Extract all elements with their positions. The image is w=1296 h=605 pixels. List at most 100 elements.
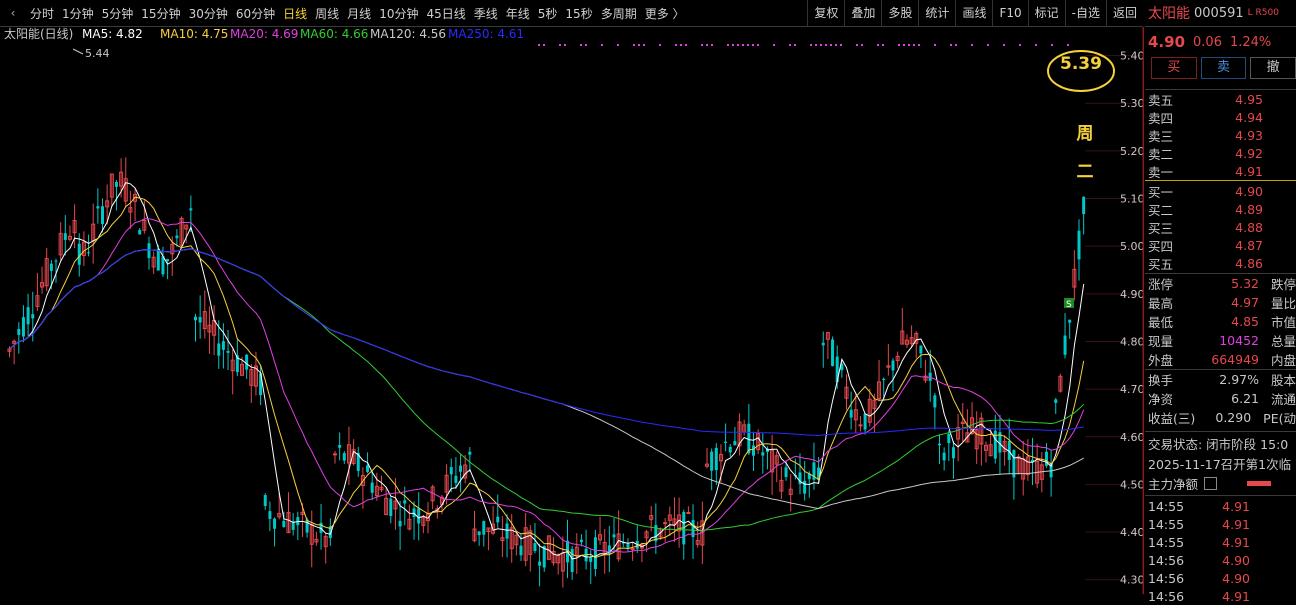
- signal-dot: [685, 44, 687, 46]
- candle-body: [115, 182, 118, 187]
- signal-dot: [913, 44, 915, 46]
- signal-dot: [564, 44, 566, 46]
- stat-row: 最低 4.85 市值: [1145, 312, 1296, 331]
- tool-button[interactable]: 叠加: [844, 0, 881, 26]
- candle-body: [399, 521, 402, 526]
- tool-button[interactable]: 复权: [807, 0, 844, 26]
- tab-period[interactable]: 多周期: [597, 5, 641, 22]
- candle-body: [27, 307, 30, 324]
- signal-dot: [934, 44, 936, 46]
- sell-button[interactable]: 卖: [1201, 57, 1247, 79]
- legend-ma5: MA5: 4.82: [82, 27, 143, 41]
- candle-body: [520, 546, 523, 556]
- book-row: 买五 4.86: [1145, 254, 1296, 272]
- chevron-left-icon[interactable]: ‹: [0, 6, 26, 20]
- kline-svg[interactable]: 5.40 5.30 5.20 5.10 5.00 4.90 4.80 4.70 4.60 4.50…: [0, 27, 1143, 594]
- tool-button[interactable]: -自选: [1065, 0, 1106, 26]
- tick-time: 14:56: [1145, 589, 1203, 604]
- candle-body: [687, 513, 690, 514]
- notice-text[interactable]: 2025-11-17召开第1次临: [1145, 454, 1291, 473]
- axis-tick-label: 5.10: [1120, 193, 1143, 206]
- cancel-button[interactable]: 撤: [1250, 57, 1296, 79]
- tab-period[interactable]: 日线: [279, 5, 311, 22]
- stat-label: 换手: [1145, 370, 1206, 389]
- tab-period[interactable]: 15分钟: [137, 5, 184, 22]
- stat-value: 2.97%: [1206, 372, 1259, 387]
- candle-body: [831, 339, 834, 366]
- candle-body: [371, 483, 374, 493]
- annotation-price: 5.39: [1060, 54, 1102, 74]
- candle-body: [1082, 197, 1085, 214]
- tab-period[interactable]: 10分钟: [375, 5, 422, 22]
- book-row: 卖一 4.91: [1145, 162, 1296, 180]
- tab-period[interactable]: 45日线: [422, 5, 469, 22]
- tab-period[interactable]: 更多 〉: [641, 5, 689, 22]
- signal-dot: [601, 44, 603, 46]
- signal-dot: [794, 44, 796, 46]
- stat-row: 最高 4.97 量比: [1145, 293, 1296, 312]
- tool-button[interactable]: 画线: [955, 0, 992, 26]
- tab-period[interactable]: 周线: [311, 5, 343, 22]
- candle-body: [938, 444, 941, 446]
- menu-icon[interactable]: [1204, 477, 1217, 490]
- tab-period[interactable]: 1分钟: [58, 5, 98, 22]
- candle-body: [334, 454, 337, 455]
- candle-body: [631, 549, 634, 550]
- tab-period[interactable]: 5分钟: [98, 5, 138, 22]
- tool-button[interactable]: 统计: [918, 0, 955, 26]
- candle-body: [933, 395, 936, 407]
- axis-tick-label: 5.00: [1120, 240, 1143, 253]
- tab-period[interactable]: 60分钟: [232, 5, 279, 22]
- candle-body: [138, 230, 141, 234]
- annotation-text: 周: [1077, 124, 1094, 144]
- stat-label: 量比: [1271, 293, 1296, 312]
- price-change: 0.06: [1193, 35, 1222, 50]
- stock-name: 太阳能: [1148, 3, 1190, 23]
- price-change-pct: 1.24%: [1230, 35, 1271, 50]
- market-badge: L R500: [1248, 8, 1279, 18]
- tick-price: 4.91: [1203, 589, 1250, 604]
- candle-body: [664, 523, 667, 524]
- candle-body: [78, 244, 81, 265]
- candle-body: [538, 562, 541, 566]
- candle-body: [803, 481, 806, 494]
- tick-row: 14:56 4.91: [1145, 587, 1296, 605]
- tab-period[interactable]: 月线: [343, 5, 375, 22]
- tool-button[interactable]: 返回: [1106, 0, 1143, 26]
- stat-value: 10452: [1206, 333, 1259, 348]
- tool-button[interactable]: 多股: [881, 0, 918, 26]
- tab-period[interactable]: 15秒: [561, 5, 596, 22]
- tab-period[interactable]: 年线: [502, 5, 534, 22]
- tick-row: 14:56 4.90: [1145, 569, 1296, 587]
- tick-row: 14:56 4.90: [1145, 551, 1296, 569]
- tool-button[interactable]: F10: [992, 0, 1027, 26]
- candle-body: [96, 206, 99, 208]
- stat-row: 涨停 5.32 跌停: [1145, 274, 1296, 293]
- axis-tick-label: 4.50: [1120, 478, 1143, 491]
- buy-button[interactable]: 买: [1151, 57, 1197, 79]
- signal-dot: [538, 44, 540, 46]
- kline-chart[interactable]: 5.40 5.30 5.20 5.10 5.00 4.90 4.80 4.70 4.60 4.50…: [0, 27, 1143, 594]
- book-label: 买一: [1145, 182, 1208, 201]
- divider: [1145, 431, 1296, 432]
- candle-body: [338, 445, 341, 448]
- book-row: 买三 4.88: [1145, 218, 1296, 236]
- signal-dot: [918, 44, 920, 46]
- tab-period[interactable]: 30分钟: [185, 5, 232, 22]
- stat-row: 换手 2.97% 股本: [1145, 369, 1296, 389]
- candle-body: [222, 341, 225, 350]
- quote-panel: 太阳能 000591 L R500 4.90 0.06 1.24% 买 卖 撤 …: [1145, 0, 1296, 594]
- tab-period[interactable]: 分时: [26, 5, 58, 22]
- high-pointer: [73, 49, 83, 54]
- candle-body: [929, 373, 932, 381]
- tab-period[interactable]: 5秒: [534, 5, 562, 22]
- axis-tick-label: 4.90: [1120, 288, 1143, 301]
- tab-period[interactable]: 季线: [470, 5, 502, 22]
- stat-value: 664949: [1206, 352, 1259, 367]
- candle-body: [496, 517, 499, 523]
- candle-body: [194, 317, 197, 321]
- candle-body: [729, 447, 732, 453]
- tick-time: 14:55: [1145, 517, 1203, 532]
- tool-button[interactable]: 标记: [1028, 0, 1065, 26]
- candle-body: [175, 236, 178, 239]
